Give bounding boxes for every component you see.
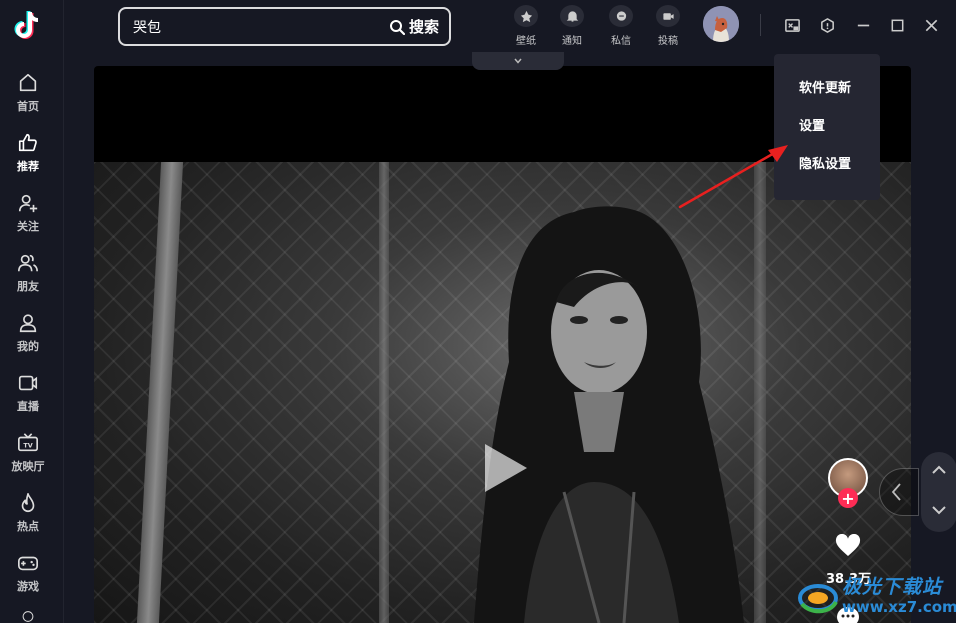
upload-label: 投稿: [658, 36, 678, 47]
toolbar-divider: [760, 14, 761, 36]
close-icon: [925, 19, 937, 31]
emoji-icon: [22, 611, 34, 622]
sidebar-item-hot[interactable]: 热点: [0, 488, 56, 544]
bell-icon: [566, 10, 578, 22]
background-pole: [379, 162, 389, 623]
sidebar-item-label: 游戏: [17, 580, 39, 593]
sidebar-item-label: 热点: [17, 520, 39, 533]
menu-item-software-update[interactable]: 软件更新: [774, 71, 880, 109]
next-video-button[interactable]: [929, 500, 949, 520]
settings-menu-button[interactable]: [816, 14, 838, 36]
sidebar-item-cinema[interactable]: TV 放映厅: [0, 428, 56, 484]
thumbs-up-icon: [18, 133, 37, 152]
sidebar-item-label: 关注: [17, 220, 39, 233]
sidebar-item-live[interactable]: 直播: [0, 368, 56, 424]
sidebar-item-label: 朋友: [17, 280, 39, 293]
notification-label: 通知: [562, 36, 582, 47]
flame-icon: [21, 493, 35, 512]
close-button[interactable]: [920, 14, 942, 36]
douyin-app: 首页 推荐 关注 朋友 我的 直播 TV 放映厅 热点 游戏 哭包 搜索 壁纸 …: [0, 0, 956, 623]
sidebar-item-label: 直播: [17, 400, 39, 413]
previous-video-button[interactable]: [929, 460, 949, 480]
hexagon-settings-icon: [820, 17, 834, 33]
watermark-url: www.xz7.com: [842, 598, 956, 616]
site-watermark: 极光下载站 www.xz7.com: [796, 568, 956, 622]
search-icon: [389, 19, 405, 35]
sidebar-item-more[interactable]: [0, 606, 56, 623]
wallpaper-icon: [520, 10, 532, 22]
search-input[interactable]: [133, 18, 389, 35]
wallpaper-label: 壁纸: [516, 36, 536, 47]
upload-video-icon: [662, 12, 674, 20]
user-plus-icon: [18, 194, 38, 213]
sidebar-item-label: 放映厅: [11, 460, 45, 473]
sidebar: 首页 推荐 关注 朋友 我的 直播 TV 放映厅 热点 游戏: [0, 0, 64, 623]
user-icon: [19, 314, 37, 333]
video-switch-control: [921, 452, 956, 532]
svg-text:TV: TV: [23, 442, 32, 450]
chevron-left-icon: [891, 483, 901, 501]
message-label: 私信: [611, 36, 631, 47]
search-button[interactable]: 搜索: [389, 16, 449, 37]
search-button-label: 搜索: [408, 18, 439, 36]
upload-button[interactable]: 投稿: [648, 5, 688, 47]
open-comments-tab[interactable]: [879, 468, 919, 516]
sidebar-item-label: 推荐: [17, 160, 39, 173]
video-frame: [94, 162, 911, 623]
sidebar-item-games[interactable]: 游戏: [0, 548, 56, 604]
gamepad-icon: [18, 556, 38, 571]
sidebar-item-friends[interactable]: 朋友: [0, 248, 56, 304]
person-figure: [474, 206, 744, 623]
avatar[interactable]: [703, 6, 739, 42]
search-bar: 搜索: [118, 7, 451, 46]
annotation-arrow: [678, 145, 788, 209]
collapse-header-tab[interactable]: [472, 52, 564, 70]
home-icon: [19, 73, 37, 92]
minimize-button[interactable]: [852, 14, 874, 36]
watermark-title: 极光下载站: [842, 576, 943, 598]
mini-player-button[interactable]: [781, 14, 803, 36]
chevron-up-icon: [932, 465, 946, 474]
message-button[interactable]: 私信: [601, 5, 641, 47]
sidebar-item-home[interactable]: 首页: [0, 68, 56, 124]
play-icon[interactable]: [485, 444, 527, 492]
notification-button[interactable]: 通知: [552, 5, 592, 47]
follow-button[interactable]: +: [838, 488, 858, 508]
message-icon: [616, 10, 626, 21]
sidebar-item-mine[interactable]: 我的: [0, 308, 56, 364]
sidebar-item-label: 首页: [17, 100, 39, 113]
sidebar-item-recommend[interactable]: 推荐: [0, 128, 56, 184]
sidebar-item-label: 我的: [17, 340, 39, 353]
friends-icon: [18, 254, 38, 272]
heart-icon[interactable]: [835, 534, 861, 558]
background-pole: [754, 162, 766, 623]
maximize-button[interactable]: [886, 14, 908, 36]
wallpaper-button[interactable]: 壁纸: [506, 5, 546, 47]
sidebar-item-follow[interactable]: 关注: [0, 188, 56, 244]
picture-in-picture-icon: [784, 18, 800, 32]
watermark-logo: [798, 584, 838, 614]
minimize-icon: [857, 24, 869, 26]
douyin-logo[interactable]: [10, 8, 46, 44]
tv-icon: TV: [18, 433, 38, 452]
chevron-down-icon: [514, 58, 522, 64]
live-icon: [18, 375, 38, 391]
chevron-down-icon: [932, 506, 946, 515]
avatar-image: [703, 6, 739, 42]
maximize-icon: [891, 19, 903, 31]
